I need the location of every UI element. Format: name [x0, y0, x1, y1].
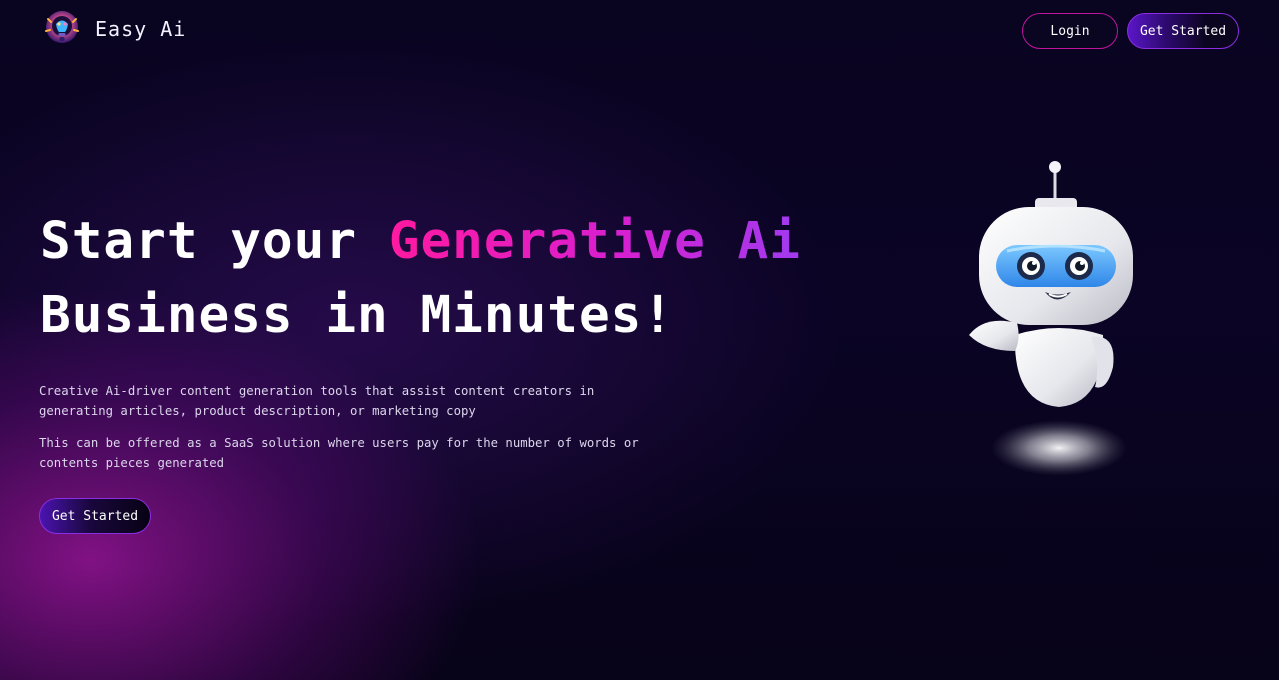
hero-title: Start your Generative Ai Business in Minu…	[40, 205, 801, 353]
hero-title-part1: Start your	[40, 212, 389, 271]
login-button[interactable]: Login	[1022, 13, 1118, 49]
nav-get-started-button[interactable]: Get Started	[1127, 13, 1239, 49]
hero-description-2: This can be offered as a SaaS solution w…	[39, 436, 639, 470]
brand[interactable]: Easy Ai	[42, 9, 186, 49]
lightbulb-brain-logo-icon	[45, 11, 79, 43]
hero-title-part2: Business in Minutes!	[40, 286, 675, 345]
hero-description-1: Creative Ai-driver content generation to…	[39, 384, 595, 418]
top-nav: Easy Ai Login Get Started	[0, 0, 1279, 62]
robot-mascot-icon	[969, 161, 1133, 476]
nav-actions: Login Get Started	[1022, 13, 1239, 49]
brand-name: Easy Ai	[95, 17, 187, 41]
hero-title-accent: Generative Ai	[388, 212, 801, 271]
landing-page: Easy Ai Login Get Started Start your Gen…	[0, 0, 1279, 680]
hero-get-started-button[interactable]: Get Started	[39, 498, 151, 534]
